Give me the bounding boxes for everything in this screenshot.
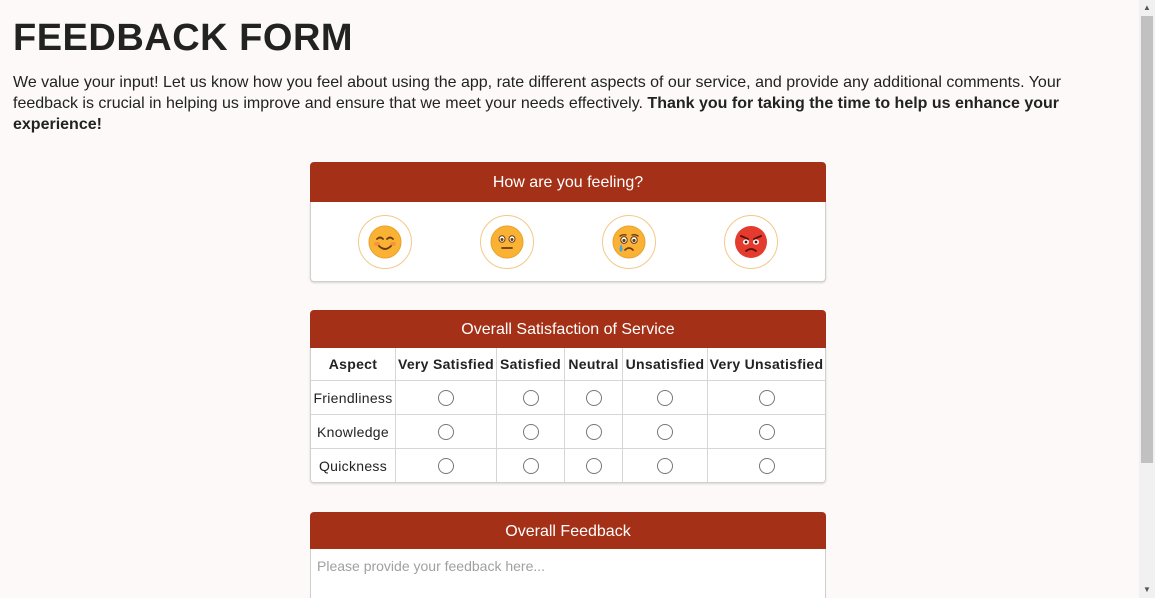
- quickness-neutral-radio[interactable]: [585, 458, 602, 475]
- table-row: Friendliness: [311, 380, 825, 415]
- scrollbar-thumb[interactable]: [1141, 16, 1153, 463]
- satisfaction-table: Aspect Very Satisfied Satisfied Neutral …: [311, 348, 825, 482]
- knowledge-satisfied-radio[interactable]: [522, 424, 539, 441]
- feedback-textarea[interactable]: [310, 549, 826, 598]
- angry-face-icon: [735, 226, 767, 258]
- friendliness-neutral-radio[interactable]: [585, 390, 602, 407]
- column-header: Neutral: [564, 348, 623, 381]
- scroll-down-arrow-icon[interactable]: ▼: [1139, 582, 1155, 598]
- column-header: Very Satisfied: [395, 348, 497, 381]
- column-header: Aspect: [311, 348, 396, 381]
- table-row: Quickness: [311, 448, 825, 482]
- column-header: Unsatisfied: [622, 348, 708, 381]
- neutral-face-icon: [490, 225, 524, 259]
- page-title: FEEDBACK FORM: [13, 17, 354, 59]
- aspect-label: Quickness: [311, 448, 396, 482]
- mood-happy-button[interactable]: [358, 215, 412, 269]
- mood-card: How are you feeling?: [310, 162, 826, 282]
- quickness-unsatisfied-radio[interactable]: [657, 458, 673, 475]
- satisfaction-card-title: Overall Satisfaction of Service: [310, 310, 826, 348]
- crying-face-icon: [612, 225, 646, 259]
- mood-options: [310, 202, 826, 282]
- feedback-card: Overall Feedback: [310, 512, 826, 598]
- quickness-very-unsatisfied-radio[interactable]: [758, 458, 775, 475]
- table-header-row: Aspect Very Satisfied Satisfied Neutral …: [311, 348, 825, 381]
- knowledge-unsatisfied-radio[interactable]: [657, 424, 673, 441]
- friendliness-very-unsatisfied-radio[interactable]: [758, 390, 775, 407]
- intro-text: We value your input! Let us know how you…: [13, 72, 1093, 135]
- table-row: Knowledge: [311, 414, 825, 449]
- aspect-label: Friendliness: [311, 380, 396, 415]
- quickness-satisfied-radio[interactable]: [522, 458, 539, 475]
- mood-angry-button[interactable]: [724, 215, 778, 269]
- feedback-card-title: Overall Feedback: [310, 512, 826, 549]
- mood-sad-button[interactable]: [602, 215, 656, 269]
- column-header: Satisfied: [496, 348, 565, 381]
- aspect-label: Knowledge: [311, 414, 396, 449]
- knowledge-neutral-radio[interactable]: [585, 424, 602, 441]
- column-header: Very Unsatisfied: [707, 348, 825, 381]
- friendliness-satisfied-radio[interactable]: [522, 390, 539, 407]
- satisfaction-table-wrapper: Aspect Very Satisfied Satisfied Neutral …: [310, 348, 826, 483]
- friendliness-unsatisfied-radio[interactable]: [657, 390, 673, 407]
- satisfaction-card: Overall Satisfaction of Service Aspect V…: [310, 310, 826, 483]
- mood-card-title: How are you feeling?: [310, 162, 826, 202]
- mood-neutral-button[interactable]: [480, 215, 534, 269]
- knowledge-very-satisfied-radio[interactable]: [438, 424, 454, 441]
- quickness-very-satisfied-radio[interactable]: [438, 458, 454, 475]
- vertical-scrollbar[interactable]: ▲ ▼: [1139, 0, 1155, 598]
- page: FEEDBACK FORM We value your input! Let u…: [0, 0, 1139, 598]
- knowledge-very-unsatisfied-radio[interactable]: [758, 424, 775, 441]
- friendliness-very-satisfied-radio[interactable]: [438, 390, 454, 407]
- scroll-up-arrow-icon[interactable]: ▲: [1139, 0, 1155, 16]
- smiling-face-icon: [368, 225, 402, 259]
